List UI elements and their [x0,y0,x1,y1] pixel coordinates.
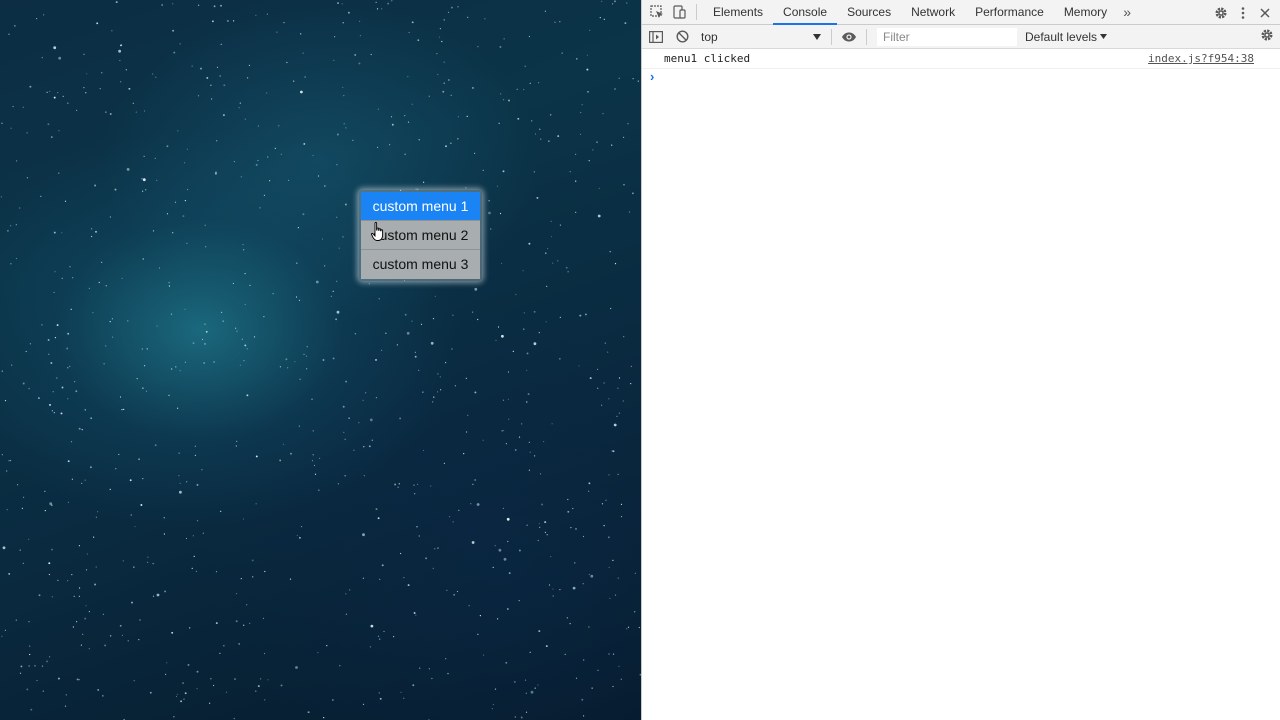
tab-sources[interactable]: Sources [837,0,901,25]
device-toggle-icon[interactable] [668,0,690,25]
kebab-menu-icon[interactable] [1232,0,1254,25]
tab-memory[interactable]: Memory [1054,0,1117,25]
starfield-background [0,0,641,720]
log-levels-label: Default levels [1025,29,1098,44]
toolbar-separator-2 [866,28,867,45]
console-output: menu1 clicked index.js?f954:38 › [642,49,1280,720]
levels-dropdown-arrow-icon [1100,34,1108,39]
console-message-source-link[interactable]: index.js?f954:38 [1148,49,1254,69]
tab-separator [696,4,697,20]
log-levels-select[interactable]: Default levels [1025,29,1108,44]
toolbar-separator [831,28,832,45]
page-viewport: custom menu 1 custom menu 2 custom menu … [0,0,641,720]
more-tabs-button[interactable]: » [1117,4,1137,20]
console-toolbar: top Default levels [642,25,1280,49]
tab-bar-actions [1210,0,1276,25]
devtools-tab-bar: Elements Console Sources Network Perform… [642,0,1280,25]
inspect-icon[interactable] [646,0,668,25]
tab-console[interactable]: Console [773,0,838,25]
console-message: menu1 clicked index.js?f954:38 [642,49,1280,69]
tab-performance[interactable]: Performance [965,0,1054,25]
devtools-panel: Elements Console Sources Network Perform… [641,0,1280,720]
context-menu-item-1[interactable]: custom menu 1 [361,192,480,221]
tab-network[interactable]: Network [901,0,965,25]
console-filter-input[interactable] [877,27,1017,46]
eye-icon[interactable] [838,24,860,49]
context-menu-item-3[interactable]: custom menu 3 [361,250,480,279]
tab-elements[interactable]: Elements [703,0,773,25]
sidebar-toggle-icon[interactable] [645,24,667,49]
context-select-value: top [701,29,718,44]
console-message-text: menu1 clicked [664,52,751,65]
settings-gear-icon[interactable] [1210,0,1232,25]
clear-console-icon[interactable] [671,24,693,49]
console-prompt[interactable]: › [642,69,1280,85]
console-settings-gear-icon[interactable] [1260,28,1274,45]
dropdown-arrow-icon [813,33,821,40]
close-icon[interactable] [1254,0,1276,25]
hand-cursor-icon [371,222,384,241]
execution-context-select[interactable]: top [697,28,825,46]
